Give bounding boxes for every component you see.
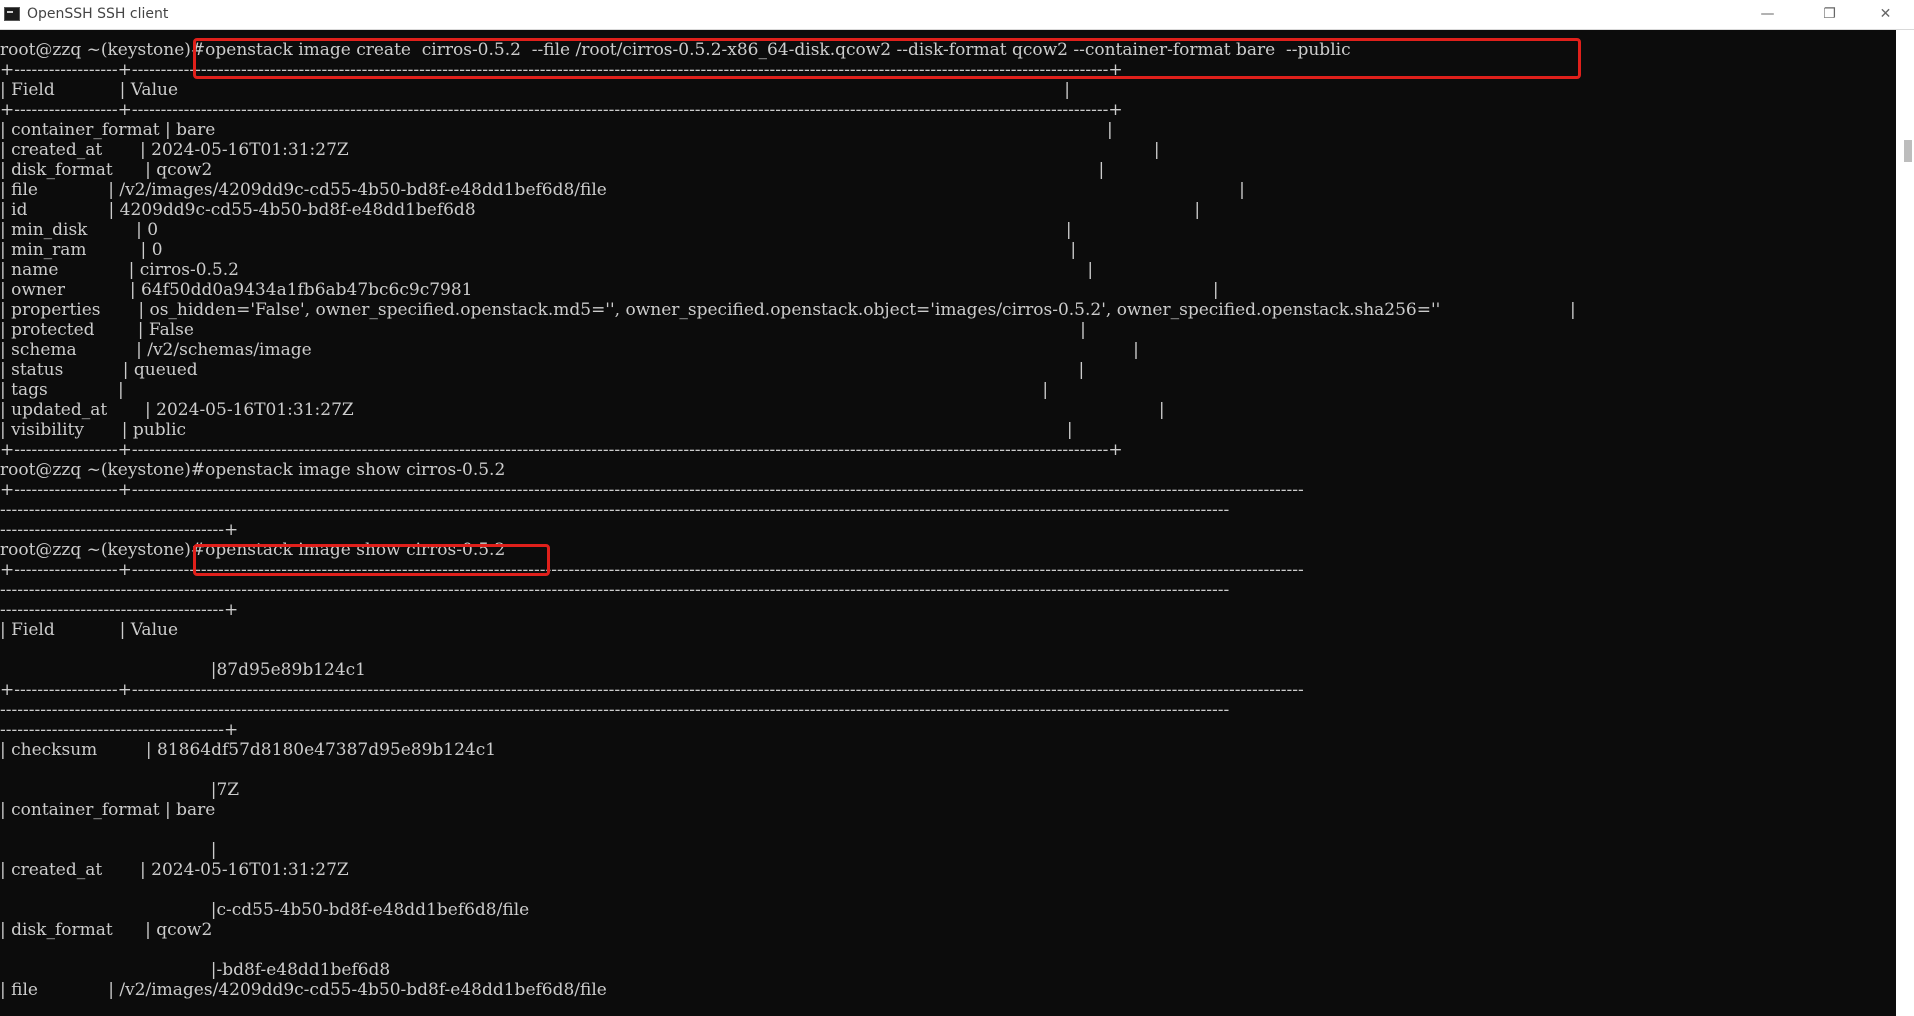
window-titlebar[interactable]: OpenSSH SSH client — ❐ ✕ (0, 0, 1914, 30)
terminal-line: | updated_at | 2024-05-16T01:31:27Z | (0, 400, 1165, 420)
terminal-line: | created_at | 2024-05-16T01:31:27Z (0, 860, 349, 880)
close-button[interactable]: ✕ (1857, 0, 1914, 29)
terminal-line: | file | /v2/images/4209dd9c-cd55-4b50-b… (0, 180, 1245, 200)
terminal-line: | disk_format | qcow2 (0, 920, 213, 940)
terminal-line: ----------------------------------------… (0, 580, 1230, 600)
terminal-line: +------------------+--------------------… (0, 680, 1304, 700)
highlight-create-command (193, 38, 1581, 79)
terminal-line: | min_disk | 0 | (0, 220, 1072, 240)
terminal-line: | schema | /v2/schemas/image | (0, 340, 1139, 360)
terminal-line: |87d95e89b124c1 (0, 660, 366, 680)
terminal-line: | owner | 64f50dd0a9434a1fb6ab47bc6c9c79… (0, 280, 1219, 300)
terminal-line: ----------------------------------------… (0, 700, 1230, 720)
terminal-line: +------------------+--------------------… (0, 480, 1304, 500)
terminal-output[interactable]: root@zzq ~(keystone)#openstack image cre… (0, 30, 1896, 1016)
minimize-button[interactable]: — (1739, 0, 1796, 29)
terminal-line: | container_format | bare | (0, 120, 1113, 140)
terminal-line: ----------------------------------------… (0, 500, 1230, 520)
terminal-line: root@zzq ~(keystone)#openstack image sho… (0, 460, 506, 480)
terminal-line: |c-cd55-4b50-bd8f-e48dd1bef6d8/file (0, 900, 530, 920)
scrollbar-thumb[interactable] (1904, 140, 1912, 162)
terminal-line: | min_ram | 0 | (0, 240, 1077, 260)
terminal-line: |-bd8f-e48dd1bef6d8 (0, 960, 391, 980)
terminal-line: | name | cirros-0.5.2 | (0, 260, 1094, 280)
terminal-line: | status | queued | (0, 360, 1085, 380)
terminal-line: ---------------------------------------+ (0, 720, 239, 740)
highlight-show-command (193, 544, 550, 576)
terminal-line: ---------------------------------------+ (0, 520, 239, 540)
window-title: OpenSSH SSH client (27, 6, 169, 22)
minimize-icon: — (1760, 6, 1775, 22)
vertical-scrollbar[interactable] (1896, 30, 1914, 1016)
terminal-line: | visibility | public | (0, 420, 1073, 440)
terminal-line: | Field | Value | (0, 80, 1070, 100)
terminal-line: ---------------------------------------+ (0, 600, 239, 620)
close-icon: ✕ (1879, 6, 1892, 22)
terminal-line: | checksum | 81864df57d8180e47387d95e89b… (0, 740, 497, 760)
terminal-line: +------------------+--------------------… (0, 100, 1123, 120)
terminal-line: +------------------+--------------------… (0, 440, 1123, 460)
terminal-line: | container_format | bare (0, 800, 216, 820)
restore-button[interactable]: ❐ (1801, 0, 1858, 29)
terminal-line: | disk_format | qcow2 | (0, 160, 1105, 180)
terminal-line: | protected | False | (0, 320, 1086, 340)
terminal-line: | properties | os_hidden='False', owner_… (0, 300, 1576, 320)
terminal-app-icon (4, 7, 20, 21)
terminal-line: | file | /v2/images/4209dd9c-cd55-4b50-b… (0, 980, 607, 1000)
terminal-line: | id | 4209dd9c-cd55-4b50-bd8f-e48dd1bef… (0, 200, 1201, 220)
terminal-line: | tags | | (0, 380, 1049, 400)
terminal-line: | (0, 840, 217, 860)
terminal-line: |7Z (0, 780, 240, 800)
restore-icon: ❐ (1823, 6, 1836, 22)
terminal-line: | created_at | 2024-05-16T01:31:27Z | (0, 140, 1160, 160)
terminal-line: | Field | Value (0, 620, 179, 640)
